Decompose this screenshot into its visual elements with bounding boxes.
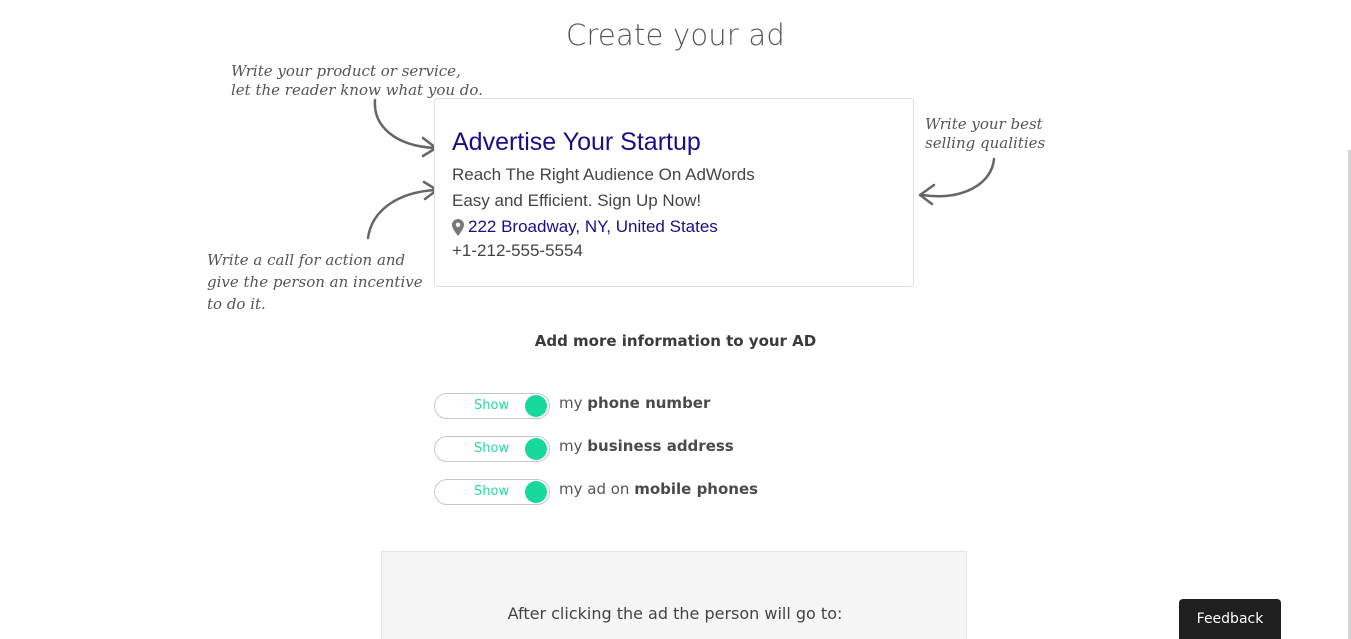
hint-product: Write your product or service, let the r…: [231, 62, 483, 100]
hint-cta-line2: give the person an incentive: [207, 273, 423, 291]
ad-address-text: 222 Broadway, NY, United States: [468, 217, 718, 236]
ad-address[interactable]: 222 Broadway, NY, United States: [452, 217, 718, 237]
destination-panel: After clicking the ad the person will go…: [381, 551, 967, 639]
options-heading: Add more information to your AD: [534, 332, 817, 350]
option-label: my phone number: [559, 394, 710, 412]
hint-product-line1: Write your product or service,: [231, 62, 461, 80]
ad-description-line1: Reach The Right Audience On AdWords: [452, 165, 755, 184]
hint-qualities-line1: Write your best: [925, 115, 1043, 133]
ad-phone: +1-212-555-5554: [452, 241, 583, 260]
page-title: Create your ad: [566, 18, 785, 52]
option-business-address: Show my business address: [434, 436, 734, 462]
option-emphasis: mobile phones: [634, 480, 759, 498]
mobile-phones-toggle[interactable]: Show: [434, 479, 550, 505]
hint-qualities-arrow-icon: [918, 157, 996, 206]
phone-number-toggle[interactable]: Show: [434, 393, 550, 419]
option-label: my business address: [559, 437, 734, 455]
toggle-knob: [525, 438, 547, 460]
hint-qualities: Write your best selling qualities: [925, 115, 1045, 153]
option-prefix: my ad on: [559, 480, 630, 498]
business-address-toggle[interactable]: Show: [434, 436, 550, 462]
toggle-knob: [525, 395, 547, 417]
option-label: my ad on mobile phones: [559, 480, 758, 498]
option-emphasis: phone number: [587, 394, 711, 412]
hint-cta-line1: Write a call for action and: [207, 251, 406, 269]
option-mobile-phones: Show my ad on mobile phones: [434, 479, 758, 505]
ad-description-line2: Easy and Efficient. Sign Up Now!: [452, 191, 702, 210]
option-phone-number: Show my phone number: [434, 393, 710, 419]
toggle-label: Show: [474, 484, 510, 499]
hint-cta: Write a call for action and give the per…: [207, 249, 423, 315]
feedback-button[interactable]: Feedback: [1179, 599, 1281, 639]
toggle-knob: [525, 481, 547, 503]
option-emphasis: business address: [587, 437, 734, 455]
destination-prompt: After clicking the ad the person will go…: [507, 604, 843, 623]
option-prefix: my: [559, 394, 583, 412]
ad-preview-card: Advertise Your Startup Reach The Right A…: [434, 98, 914, 287]
toggle-label: Show: [474, 441, 510, 456]
toggle-label: Show: [474, 398, 510, 413]
hint-product-arrow-icon: [373, 98, 438, 158]
map-pin-icon: [452, 218, 464, 236]
hint-cta-arrow-icon: [366, 180, 439, 240]
option-prefix: my: [559, 437, 583, 455]
hint-qualities-line2: selling qualities: [925, 134, 1046, 152]
ad-headline[interactable]: Advertise Your Startup: [452, 128, 701, 157]
hint-cta-line3: to do it.: [207, 295, 266, 313]
